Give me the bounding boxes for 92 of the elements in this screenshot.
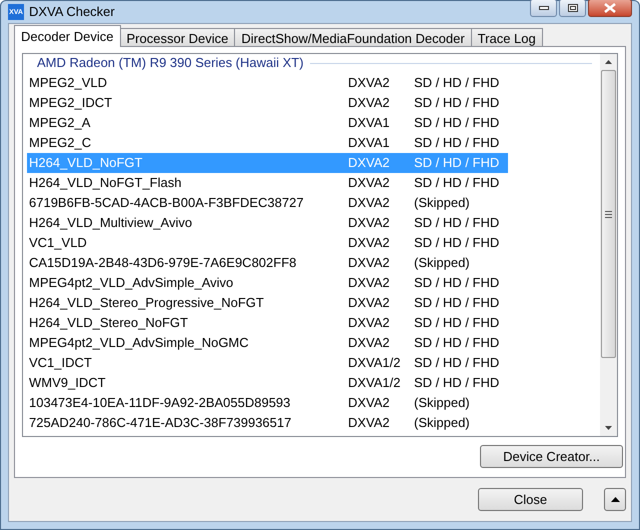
table-cell-text: SD / HD / FHD xyxy=(414,294,500,312)
table-cell-text: 725AD240-786C-471E-AD3C-38F739936517 xyxy=(28,414,292,432)
decoder-row[interactable]: 6719B6FB-5CAD-4ACB-B00A-F3BFDEC38727 DXVA2 (Skipped) xyxy=(27,193,508,213)
table-cell-text: SD / HD / FHD xyxy=(414,214,500,232)
table-cell-text: H264_VLD_Multiview_Avivo xyxy=(28,214,194,232)
close-icon xyxy=(604,3,616,13)
maximize-icon xyxy=(568,4,578,12)
table-cell-text: H264_VLD_Stereo_Progressive_NoFGT xyxy=(28,294,265,312)
decoder-row[interactable]: VC1_IDCT DXVA1/2 SD / HD / FHD xyxy=(27,353,508,373)
table-cell-text: SD / HD / FHD xyxy=(414,334,500,352)
table-cell-text: DXVA2 xyxy=(348,94,391,112)
decoder-row[interactable]: H264_VLD_Stereo_Progressive_NoFGT DXVA2 SD / HD / FHD xyxy=(27,293,508,313)
table-cell-text: DXVA2 xyxy=(348,274,391,292)
table-cell-text: DXVA1/2 xyxy=(348,374,402,392)
device-creator-button[interactable]: Device Creator... xyxy=(480,445,623,468)
decoder-row[interactable]: MPEG4pt2_VLD_AdvSimple_Avivo DXVA2 SD / HD / FHD xyxy=(27,273,508,293)
scroll-down-arrow-icon[interactable] xyxy=(605,426,612,430)
minimize-icon xyxy=(538,6,548,10)
decoder-row[interactable]: MPEG2_A DXVA1 SD / HD / FHD xyxy=(27,113,508,133)
table-cell-text: H264_VLD_NoFGT_Flash xyxy=(28,174,182,192)
up-triangle-icon xyxy=(610,497,620,502)
close-button[interactable]: Close xyxy=(478,488,583,511)
table-cell-text: DXVA2 xyxy=(348,314,391,332)
table-cell-text: SD / HD / FHD xyxy=(414,174,500,192)
table-cell-text: DXVA2 xyxy=(348,74,391,92)
table-cell-text: DXVA2 xyxy=(348,334,391,352)
table-cell-text: MPEG2_VLD xyxy=(28,74,108,92)
table-cell-text: DXVA1 xyxy=(348,114,391,132)
table-cell-text: H264_VLD_Stereo_NoFGT xyxy=(28,314,189,332)
table-cell-text: DXVA1/2 xyxy=(348,354,402,372)
table-cell-text: DXVA2 xyxy=(348,394,391,412)
table-cell-text: SD / HD / FHD xyxy=(414,234,500,252)
table-cell-text: MPEG2_IDCT xyxy=(28,94,114,112)
table-cell-text: MPEG2_C xyxy=(28,134,92,152)
table-cell-text: MPEG2_A xyxy=(28,114,92,132)
decoder-row[interactable]: MPEG2_VLD DXVA2 SD / HD / FHD xyxy=(27,73,508,93)
decoder-row[interactable]: MPEG2_C DXVA1 SD / HD / FHD xyxy=(27,133,508,153)
table-cell-text: MPEG4pt2_VLD_AdvSimple_NoGMC xyxy=(28,334,250,352)
tab[interactable]: DirectShow/MediaFoundation Decoder xyxy=(234,28,472,47)
table-cell-text: DXVA2 xyxy=(348,414,391,432)
table-cell-text: DXVA2 xyxy=(348,254,391,272)
table-cell-text: WMV9_IDCT xyxy=(28,374,107,392)
table-cell-text: MPEG4pt2_VLD_AdvSimple_Avivo xyxy=(28,274,234,292)
table-cell-text: 103473E4-10EA-11DF-9A92-2BA055D89593 xyxy=(28,394,292,412)
table-cell-text: DXVA2 xyxy=(348,214,391,232)
table-cell-text: SD / HD / FHD xyxy=(414,74,500,92)
table-cell-text: SD / HD / FHD xyxy=(414,114,500,132)
table-cell-text: SD / HD / FHD xyxy=(414,134,500,152)
table-cell-text: SD / HD / FHD xyxy=(414,274,500,292)
decoder-row[interactable]: H264_VLD_Stereo_NoFGT DXVA2 SD / HD / FHD xyxy=(27,313,508,333)
tab[interactable]: Trace Log xyxy=(470,28,543,47)
decoder-row[interactable]: VC1_VLD DXVA2 SD / HD / FHD xyxy=(27,233,508,253)
tab[interactable]: Decoder Device xyxy=(14,25,120,47)
table-cell-text: SD / HD / FHD xyxy=(414,374,500,392)
table-cell-text: VC1_IDCT xyxy=(28,354,93,372)
maximize-button[interactable] xyxy=(559,0,586,17)
table-cell-text: (Skipped) xyxy=(414,254,471,272)
scroll-up-arrow-icon[interactable] xyxy=(605,60,612,64)
table-cell-text: (Skipped) xyxy=(414,194,471,212)
table-cell-text: CA15D19A-2B48-43D6-979E-7A6E9C802FF8 xyxy=(28,254,298,272)
minimize-button[interactable] xyxy=(530,0,557,17)
table-cell-text: SD / HD / FHD xyxy=(414,354,500,372)
grip-icon xyxy=(605,210,612,218)
table-cell-text: 6719B6FB-5CAD-4ACB-B00A-F3BFDEC38727 xyxy=(28,194,305,212)
decoder-row[interactable]: H264_VLD_NoFGT_Flash DXVA2 SD / HD / FHD xyxy=(27,173,508,193)
vertical-scrollbar[interactable] xyxy=(600,54,617,436)
table-cell-text: VC1_VLD xyxy=(28,234,88,252)
scrollbar-thumb[interactable] xyxy=(601,70,616,358)
table-cell-text: DXVA2 xyxy=(348,234,391,252)
table-cell-text: DXVA2 xyxy=(348,194,391,212)
group-header: AMD Radeon (TM) R9 390 Series (Hawaii XT) xyxy=(37,54,304,72)
table-cell-text: DXVA2 xyxy=(348,294,391,312)
window-title: DXVA Checker xyxy=(29,3,115,22)
table-cell-text: (Skipped) xyxy=(414,394,471,412)
table-cell-text: DXVA2 xyxy=(348,154,391,172)
decoder-row[interactable]: H264_VLD_Multiview_Avivo DXVA2 SD / HD / FHD xyxy=(27,213,508,233)
table-cell-text: (Skipped) xyxy=(414,414,471,432)
table-cell-text: SD / HD / FHD xyxy=(414,314,500,332)
decoder-row[interactable]: 103473E4-10EA-11DF-9A92-2BA055D89593 DXVA2 (Skipped) xyxy=(27,393,508,413)
decoder-row[interactable]: 725AD240-786C-471E-AD3C-38F739936517 DXVA2 (Skipped) xyxy=(27,413,508,433)
decoder-row[interactable]: WMV9_IDCT DXVA1/2 SD / HD / FHD xyxy=(27,373,508,393)
decoder-row[interactable]: CA15D19A-2B48-43D6-979E-7A6E9C802FF8 DXVA2 (Skipped) xyxy=(27,253,508,273)
decoder-row[interactable]: MPEG2_IDCT DXVA2 SD / HD / FHD xyxy=(27,93,508,113)
table-cell-text: DXVA1 xyxy=(348,134,391,152)
table-cell-text: SD / HD / FHD xyxy=(414,154,500,172)
table-cell-text: SD / HD / FHD xyxy=(414,94,500,112)
table-cell-text: H264_VLD_NoFGT xyxy=(28,154,144,172)
expand-button[interactable] xyxy=(604,488,626,511)
table-cell-text: DXVA2 xyxy=(348,174,391,192)
close-window-button[interactable] xyxy=(588,0,632,17)
tab[interactable]: Processor Device xyxy=(120,28,236,47)
decoder-row[interactable]: MPEG4pt2_VLD_AdvSimple_NoGMC DXVA2 SD / HD / FHD xyxy=(27,333,508,353)
